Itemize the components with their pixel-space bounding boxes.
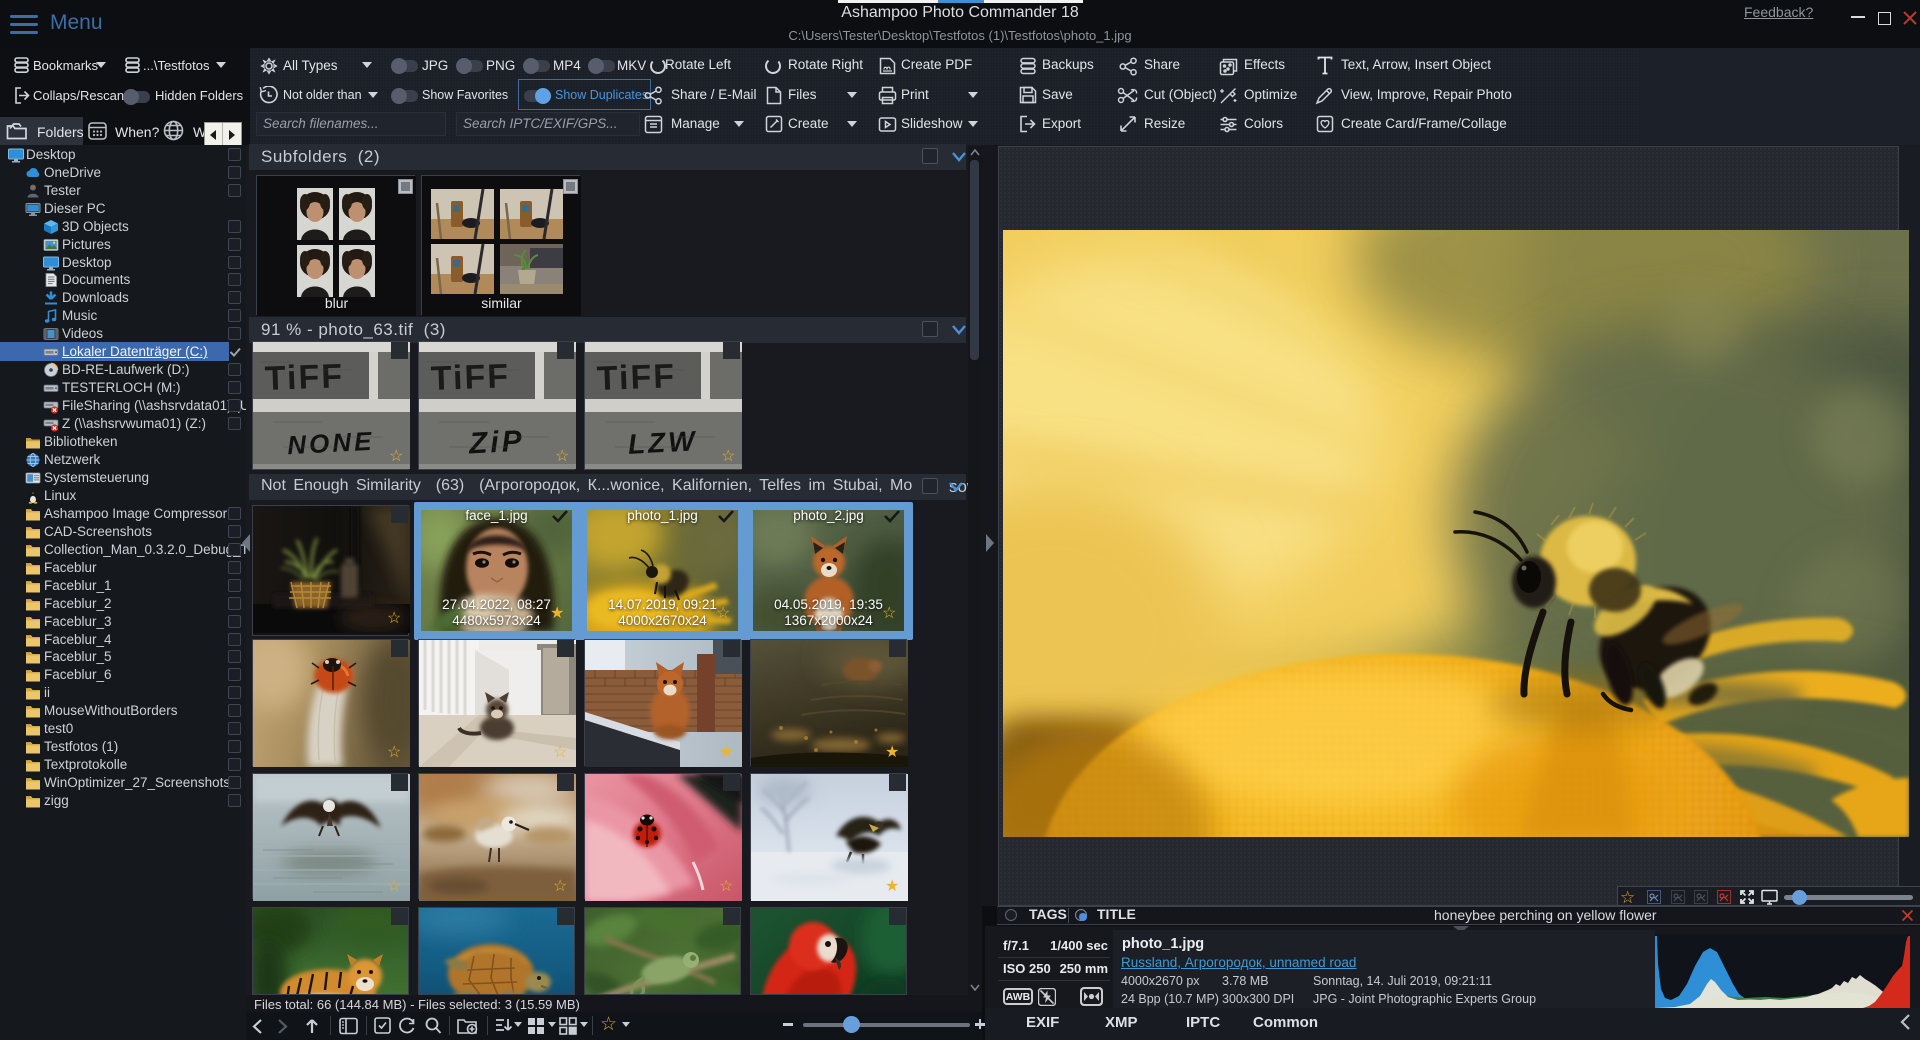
- svg-text:TiFF: TiFF: [596, 357, 676, 398]
- svg-text:TiFF: TiFF: [264, 357, 344, 398]
- svg-text:NONE: NONE: [287, 426, 376, 461]
- svg-text:ZiP: ZiP: [467, 425, 525, 461]
- svg-text:TiFF: TiFF: [430, 357, 510, 398]
- svg-text:LZW: LZW: [627, 425, 698, 460]
